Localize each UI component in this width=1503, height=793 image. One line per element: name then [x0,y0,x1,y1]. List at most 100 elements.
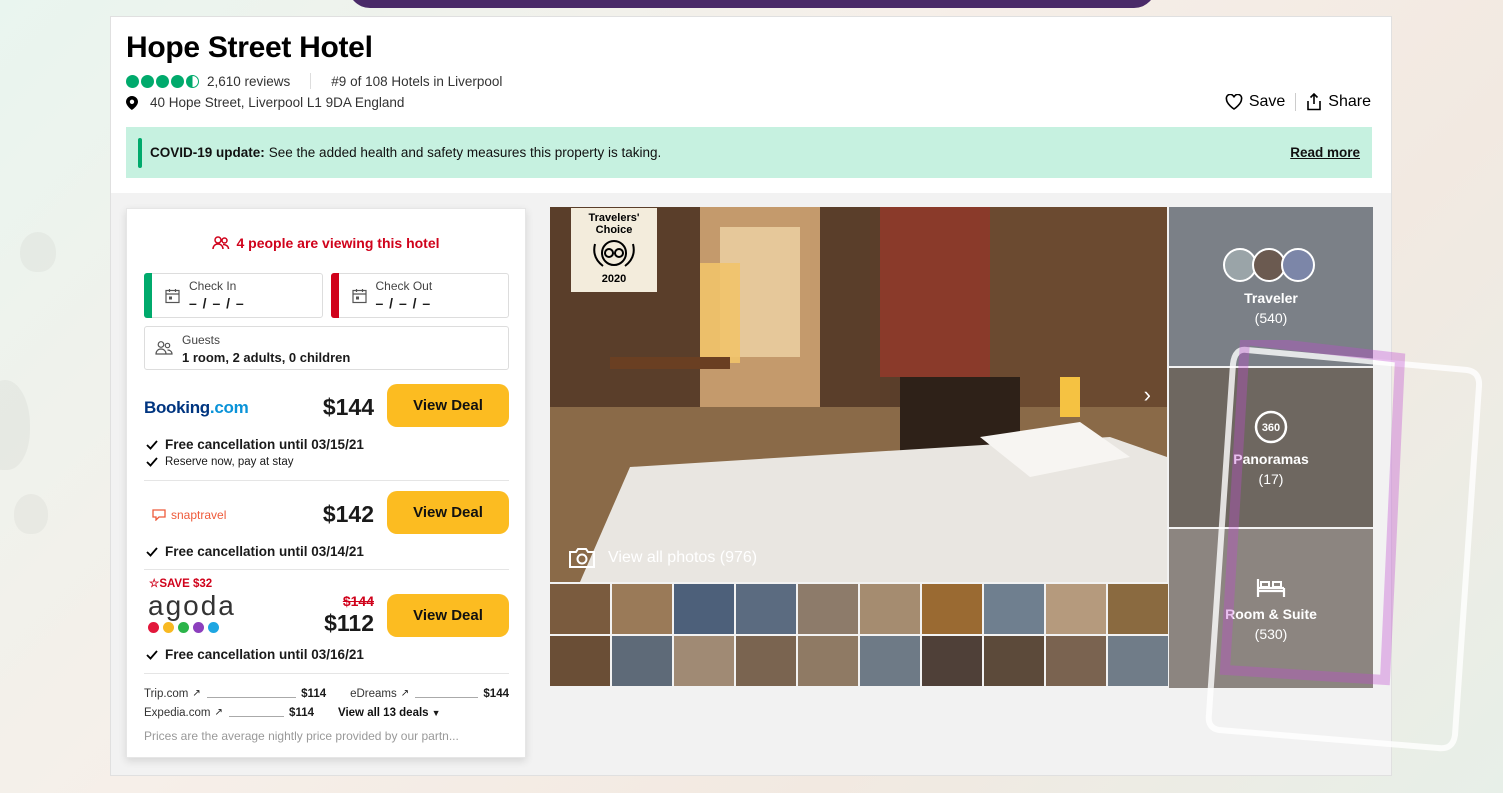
guests-label: Guests [182,333,221,347]
photo-gallery: Travelers' Choice 2020 › View all photos… [550,207,1373,688]
badge-line1: Travelers' [588,212,640,224]
other-deal-name: Trip.com [144,687,189,700]
photo-thumbnail[interactable] [922,636,982,686]
tile-label: Room & Suite [1225,605,1317,622]
guests-icon [155,341,173,355]
perk-row: Free cancellation until 03/15/21 [146,437,364,452]
photo-thumbnail[interactable] [984,636,1044,686]
thumbnail-strip [550,584,1168,686]
photo-thumbnail[interactable] [1108,584,1168,634]
traveler-photos-tile[interactable]: Traveler (540) [1169,207,1373,366]
booking-panel: 4 people are viewing this hotel Check In… [126,208,526,758]
save-button[interactable]: Save [1225,93,1285,111]
agoda-dots-icon [148,622,236,633]
background-balloon [0,380,30,470]
perk-text: Free cancellation until 03/15/21 [165,437,364,452]
tile-count: (17) [1258,470,1284,487]
check-out-field[interactable]: Check Out – / – / – [330,273,509,318]
map-pin-icon [126,95,138,110]
perk-row: Free cancellation until 03/14/21 [146,544,364,559]
external-link-icon: ↗ [400,688,410,699]
review-count-link[interactable]: 2,610 reviews [207,74,290,89]
hotel-header: Hope Street Hotel 2,610 reviews #9 of 10… [111,17,1391,193]
checkmark-icon [146,457,158,467]
tile-label: Traveler [1244,289,1298,306]
tile-count: (530) [1254,625,1288,642]
share-button[interactable]: Share [1306,93,1371,111]
traveler-avatars [1222,247,1315,282]
photo-thumbnail[interactable] [612,584,672,634]
view-deal-button[interactable]: View Deal [387,594,509,637]
photo-thumbnail[interactable] [922,584,982,634]
agoda-logo[interactable]: agoda [148,590,236,633]
view-all-photos-label: View all photos (976) [608,549,758,566]
panorama-360-icon: 360 [1254,410,1288,443]
owl-laurel-icon [593,240,635,267]
photo-thumbnail[interactable] [736,584,796,634]
heart-icon [1225,94,1243,110]
perk-text: Free cancellation until 03/14/21 [165,544,364,559]
photo-thumbnail[interactable] [1046,636,1106,686]
bed-icon [1256,578,1286,597]
photo-thumbnail[interactable] [984,584,1044,634]
agoda-name: agoda [148,590,236,621]
photo-thumbnail[interactable] [674,636,734,686]
chevron-right-icon[interactable]: › [1144,382,1151,408]
read-more-link[interactable]: Read more [1290,145,1360,160]
snaptravel-name: snaptravel [171,508,227,522]
photo-thumbnail[interactable] [674,584,734,634]
booking-logo[interactable]: Booking.com [144,398,249,418]
view-all-deals-link[interactable]: View all 13 deals ▼ [338,707,441,719]
check-in-stripe [144,273,152,318]
photo-thumbnail[interactable] [550,636,610,686]
check-in-field[interactable]: Check In – / – / – [144,273,323,318]
view-deal-button[interactable]: View Deal [387,491,509,534]
avatar [1280,247,1315,282]
panoramas-tile[interactable]: 360 Panoramas (17) [1169,368,1373,527]
covid-text: See the added health and safety measures… [268,145,662,160]
tile-label: Panoramas [1233,450,1309,467]
checkmark-icon [146,439,158,450]
photo-thumbnail[interactable] [550,584,610,634]
view-deal-button[interactable]: View Deal [387,384,509,427]
photo-thumbnail[interactable] [860,584,920,634]
deal-price: $144 [322,394,374,420]
caret-down-icon: ▼ [431,707,441,718]
photo-thumbnail[interactable] [798,584,858,634]
other-deals-row: Trip.com ↗ $114 eDreams ↗ $144 [144,684,509,703]
other-deal-edreams[interactable]: eDreams ↗ $144 [350,688,509,700]
calendar-icon [351,289,367,304]
guests-field[interactable]: Guests 1 room, 2 adults, 0 children [144,326,509,370]
photo-thumbnail[interactable] [798,636,858,686]
view-all-deals-label: View all 13 deals [338,706,429,719]
hotel-ranking[interactable]: #9 of 108 Hotels in Liverpool [331,74,502,89]
top-banner [348,0,1156,8]
snaptravel-logo[interactable]: snaptravel [152,508,226,522]
hotel-address[interactable]: 40 Hope Street, Liverpool L1 9DA England [150,95,404,110]
main-photo[interactable]: Travelers' Choice 2020 › View all photos… [550,207,1167,582]
other-deal-trip[interactable]: Trip.com ↗ $114 [144,688,326,700]
external-link-icon: ↗ [192,688,201,699]
other-deal-name: Expedia.com [144,706,211,719]
save-label: Save [1248,93,1286,110]
room-suite-tile[interactable]: Room & Suite (530) [1169,529,1373,688]
photo-thumbnail[interactable] [736,636,796,686]
badge-line2: Choice [595,224,633,236]
divider [1295,93,1297,111]
view-all-photos-button[interactable]: View all photos (976) [568,547,757,569]
check-out-stripe [330,273,339,318]
covid-accent-bar [138,138,142,168]
rating-bubbles-icon[interactable] [126,74,199,88]
perk-row: Free cancellation until 03/16/21 [146,647,364,662]
checkmark-icon [146,546,158,557]
perk-text: Reserve now, pay at stay [165,456,294,468]
divider [310,73,312,89]
photo-thumbnail[interactable] [860,636,920,686]
dotted-leader [415,690,479,698]
photo-thumbnail[interactable] [1046,584,1106,634]
photo-thumbnail[interactable] [1108,636,1168,686]
other-deal-expedia[interactable]: Expedia.com ↗ $114 [144,707,314,719]
hotel-card: Hope Street Hotel 2,610 reviews #9 of 10… [110,16,1392,776]
photo-thumbnail[interactable] [612,636,672,686]
other-deal-price: $144 [483,687,509,700]
